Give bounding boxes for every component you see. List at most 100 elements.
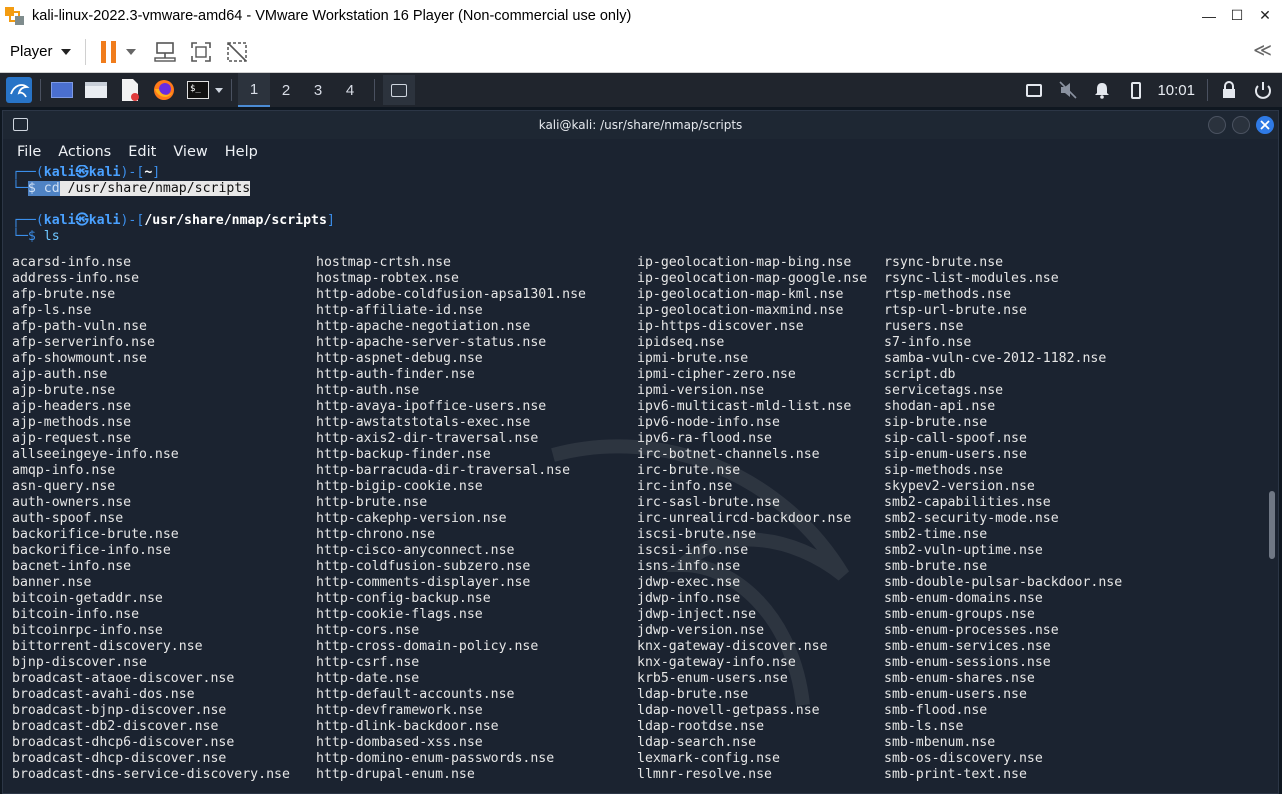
ls-entry: afp-path-vuln.nse — [12, 319, 147, 334]
workspace-3[interactable]: 3 — [302, 73, 334, 107]
ls-entry: http-brute.nse — [316, 495, 428, 510]
unity-button[interactable] — [224, 39, 250, 65]
menu-file[interactable]: File — [17, 144, 41, 160]
window-title: kali-linux-2022.3-vmware-amd64 - VMware … — [32, 7, 632, 24]
top-panel: $_ 1 2 3 4 10:01 — [0, 73, 1282, 107]
ls-entry: http-backup-finder.nse — [316, 447, 491, 462]
ls-entry: ip-geolocation-map-kml.nse — [637, 287, 844, 302]
collapse-toolbar-button[interactable]: ≪ — [1253, 40, 1272, 61]
taskbar-terminal-window[interactable] — [383, 75, 415, 105]
terminal-window[interactable]: kali@kali: /usr/share/nmap/scripts File … — [2, 110, 1279, 794]
ls-entry: http-auth-finder.nse — [316, 367, 475, 382]
ls-entry: irc-brute.nse — [637, 463, 741, 478]
ls-entry: rsync-list-modules.nse — [884, 271, 1059, 286]
menu-view[interactable]: View — [173, 144, 207, 160]
close-button[interactable]: ✕ — [1250, 0, 1280, 31]
ls-entry: rsync-brute.nse — [884, 255, 1004, 270]
ls-entry: broadcast-bjnp-discover.nse — [12, 703, 227, 718]
terminal-close-button[interactable] — [1256, 116, 1274, 134]
ls-entry: http-cookie-flags.nse — [316, 607, 483, 622]
ls-entry: ldap-novell-getpass.nse — [637, 703, 820, 718]
terminal-titlebar[interactable]: kali@kali: /usr/share/nmap/scripts — [3, 111, 1278, 139]
clock[interactable]: 10:01 — [1157, 82, 1195, 99]
ls-entry: smb-brute.nse — [884, 559, 988, 574]
volume-muted-icon — [1059, 81, 1078, 99]
ls-entry: http-cisco-anyconnect.nse — [316, 543, 515, 558]
terminal-output[interactable]: ┌──(kali㉿kali)-[~] └─$ cd /usr/share/nma… — [3, 165, 1268, 794]
lock-screen-button[interactable] — [1216, 77, 1242, 103]
ls-entry: script.db — [884, 367, 956, 382]
ls-entry: iscsi-info.nse — [637, 543, 749, 558]
file-manager-button[interactable] — [83, 77, 109, 103]
terminal-launcher-button[interactable]: $_ — [185, 77, 211, 103]
ls-entry: ipmi-version.nse — [637, 383, 765, 398]
ls-entry: hostmap-crtsh.nse — [316, 255, 451, 270]
menu-actions[interactable]: Actions — [58, 144, 111, 160]
ls-entry: ajp-headers.nse — [12, 399, 132, 414]
chevron-down-icon[interactable] — [215, 87, 223, 93]
clipboard-indicator-button[interactable] — [1021, 77, 1047, 103]
ls-entry: http-domino-enum-passwords.nse — [316, 751, 555, 766]
menu-edit[interactable]: Edit — [128, 144, 156, 160]
ls-entry: broadcast-dns-service-discovery.nse — [12, 767, 290, 782]
ls-entry: ip-geolocation-map-google.nse — [637, 271, 868, 286]
network-computer-icon — [153, 41, 176, 62]
ls-entry: http-auth.nse — [316, 383, 420, 398]
terminal-scrollbar[interactable] — [1269, 491, 1275, 559]
ls-entry: smb2-time.nse — [884, 527, 988, 542]
ls-entry: bitcoinrpc-info.nse — [12, 623, 163, 638]
workspace-4[interactable]: 4 — [334, 73, 366, 107]
send-ctrl-alt-del-button[interactable] — [152, 39, 178, 65]
ls-entry: http-barracuda-dir-traversal.nse — [316, 463, 571, 478]
terminal-maximize-button[interactable] — [1232, 116, 1250, 134]
ls-entry: smb-enum-users.nse — [884, 687, 1027, 702]
workspace-2[interactable]: 2 — [270, 73, 302, 107]
notifications-button[interactable] — [1089, 77, 1115, 103]
battery-icon — [1131, 81, 1142, 99]
ls-entry: ipv6-ra-flood.nse — [637, 431, 772, 446]
power-icon — [1255, 82, 1271, 99]
minimize-button[interactable]: — — [1194, 0, 1224, 31]
ls-entry: smb2-vuln-uptime.nse — [884, 543, 1043, 558]
panel-divider — [231, 79, 232, 101]
monitor-icon — [1026, 83, 1043, 97]
terminal-menubar: File Actions Edit View Help — [3, 139, 1278, 165]
command-text: ls — [43, 229, 60, 244]
command-argument: /usr/share/nmap/scripts — [59, 181, 251, 196]
battery-button[interactable] — [1123, 77, 1149, 103]
show-desktop-button[interactable] — [49, 77, 75, 103]
ls-entry: smb-enum-processes.nse — [884, 623, 1059, 638]
ls-entry: http-chrono.nse — [316, 527, 436, 542]
ls-entry: http-config-backup.nse — [316, 591, 491, 606]
ls-entry: shodan-api.nse — [884, 399, 996, 414]
kali-menu-button[interactable] — [6, 77, 32, 103]
menu-help[interactable]: Help — [225, 144, 258, 160]
ls-entry: http-default-accounts.nse — [316, 687, 515, 702]
pause-button[interactable] — [96, 39, 122, 65]
terminal-icon — [391, 83, 407, 97]
workspace-1[interactable]: 1 — [238, 73, 270, 107]
logout-button[interactable] — [1250, 77, 1276, 103]
prompt-line: ┌──(kali㉿kali)-[~] — [12, 165, 161, 180]
ls-entry: jdwp-exec.nse — [637, 575, 741, 590]
volume-button[interactable] — [1055, 77, 1081, 103]
ls-entry: smb-enum-domains.nse — [884, 591, 1043, 606]
ls-column-3: ip-geolocation-map-bing.nse ip-geolocatio… — [637, 255, 867, 783]
chevron-down-icon[interactable] — [125, 48, 136, 55]
fullscreen-button[interactable] — [188, 39, 214, 65]
ls-entry: sip-methods.nse — [884, 463, 1004, 478]
ls-entry: ldap-rootdse.nse — [637, 719, 765, 734]
player-menu-button[interactable]: Player — [10, 37, 71, 67]
firefox-button[interactable] — [151, 77, 177, 103]
workspace-switcher: 1 2 3 4 — [238, 73, 366, 107]
ls-entry: sip-call-spoof.nse — [884, 431, 1027, 446]
maximize-button[interactable]: ☐ — [1222, 0, 1252, 31]
ls-entry: smb-double-pulsar-backdoor.nse — [884, 575, 1123, 590]
terminal-icon — [13, 118, 28, 131]
text-editor-button[interactable] — [117, 77, 143, 103]
ls-entry: http-cors.nse — [316, 623, 420, 638]
terminal-minimize-button[interactable] — [1208, 116, 1226, 134]
ls-entry: ldap-brute.nse — [637, 687, 749, 702]
ls-entry: afp-ls.nse — [12, 303, 92, 318]
